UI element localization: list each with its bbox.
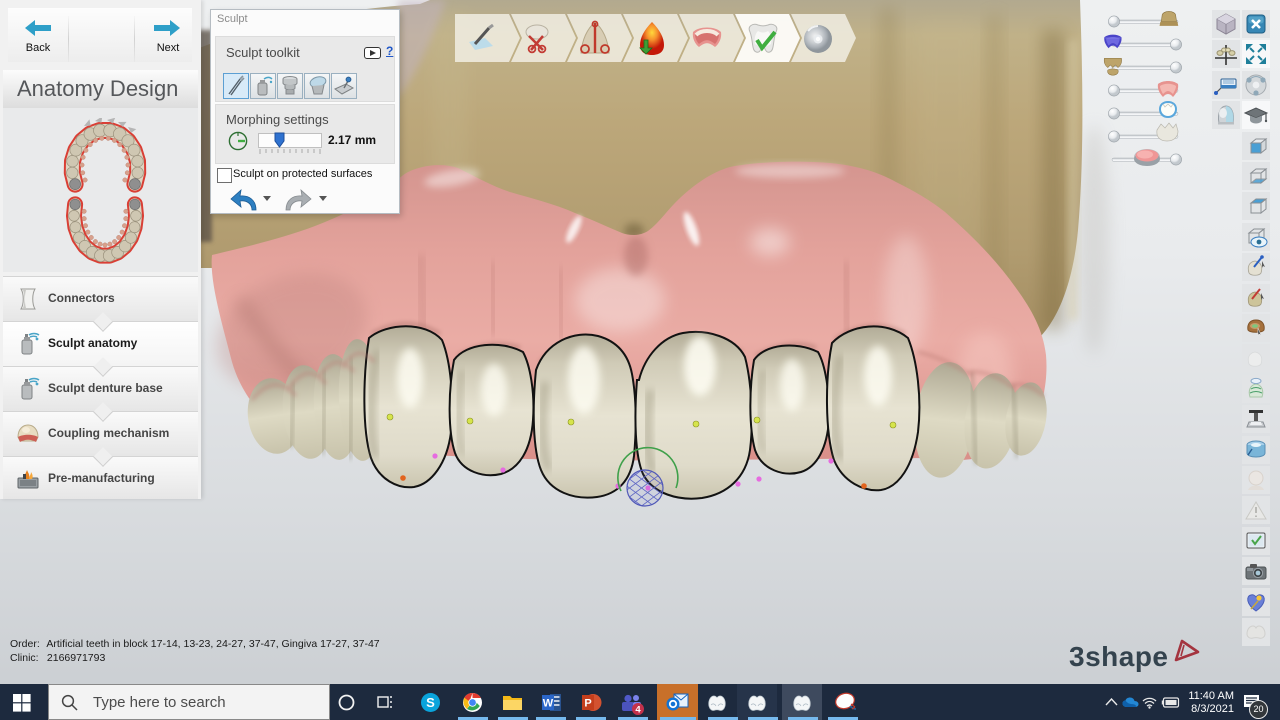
svg-text:W: W <box>543 698 554 710</box>
svg-text:S: S <box>426 695 435 710</box>
svg-text:4: 4 <box>635 705 641 716</box>
svg-text:P: P <box>584 698 591 710</box>
